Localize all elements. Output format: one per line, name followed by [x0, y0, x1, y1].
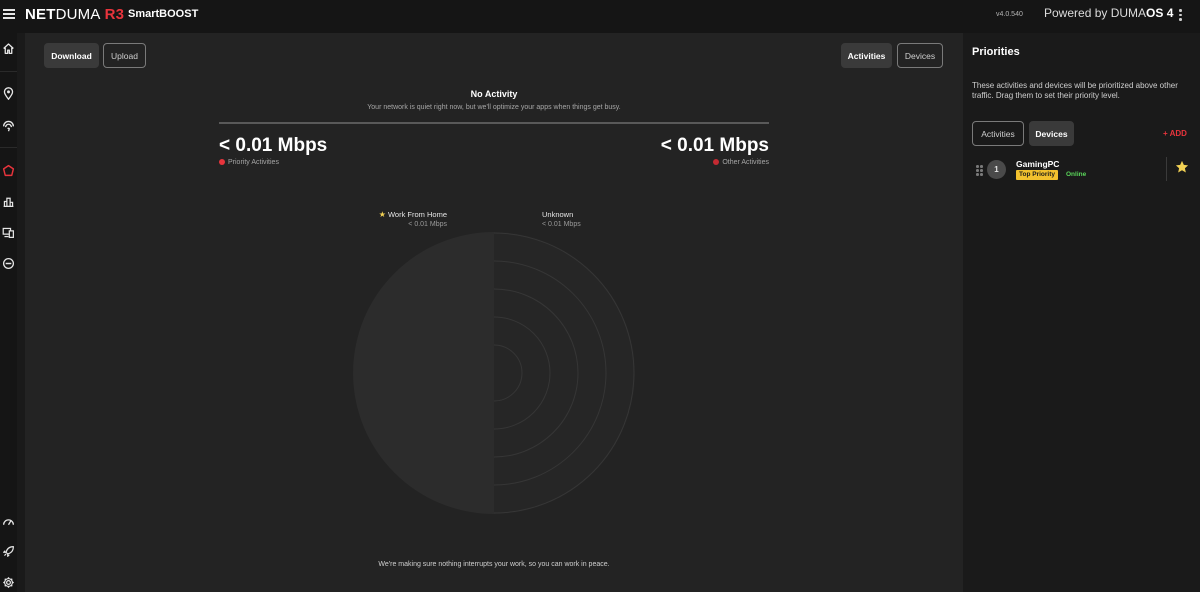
netduma-logo: NETDUMA R3 [25, 7, 124, 22]
other-label-row: Other Activities [661, 159, 769, 166]
segment-value: < 0.01 Mbps [542, 221, 581, 228]
priority-rank: 1 [987, 160, 1006, 179]
ping-heatmap-icon[interactable] [2, 119, 15, 132]
segment-name: Unknown [542, 210, 574, 219]
smartboost-icon[interactable] [2, 164, 15, 177]
device-status: Online [1066, 171, 1087, 178]
other-value: < 0.01 Mbps [660, 135, 769, 156]
segment-label-unknown: Unknown < 0.01 Mbps [542, 210, 622, 229]
logo-net: NET [25, 6, 56, 23]
left-nav [0, 33, 17, 592]
devices-view-button[interactable]: Devices [897, 43, 943, 68]
priority-dot-icon [219, 159, 225, 165]
device-name: GamingPC [1016, 159, 1060, 169]
priority-value: < 0.01 Mbps [219, 135, 328, 156]
add-priority-button[interactable]: + ADD [1163, 129, 1187, 138]
priority-label: Priority Activities [228, 159, 279, 166]
priority-stat: < 0.01 Mbps Priority Activities [219, 135, 327, 166]
geo-filter-icon[interactable] [2, 87, 15, 100]
panel-title: Priorities [972, 46, 1020, 58]
app-name: SmartBOOST [128, 8, 199, 20]
powered-by: Powered by DUMAOS 4 [1044, 7, 1173, 20]
powered-prefix: Powered by DUMA [1044, 6, 1147, 20]
other-dot-icon [713, 159, 720, 165]
radial-activity-chart [353, 232, 635, 514]
priority-star-icon: ★ [378, 210, 386, 219]
logo-duma: DUMA [55, 6, 101, 23]
priorities-panel: Priorities These activities and devices … [963, 33, 1200, 592]
priority-devices-tab[interactable]: Devices [1029, 121, 1074, 146]
settings-gear-icon[interactable] [2, 576, 15, 589]
footer-message: We're making sure nothing interrupts you… [378, 561, 610, 568]
segment-value: < 0.01 Mbps [408, 221, 447, 228]
segment-work-from-home[interactable] [353, 232, 494, 514]
panel-description: These activities and devices will be pri… [972, 81, 1178, 100]
more-options-icon[interactable] [1179, 9, 1183, 22]
priority-label-row: Priority Activities [219, 159, 327, 166]
activities-view-button[interactable]: Activities [841, 43, 892, 68]
download-tab[interactable]: Download [44, 43, 99, 68]
firmware-version: v4.0.540 [996, 11, 1023, 18]
top-priority-badge: Top Priority [1016, 170, 1058, 180]
bandwidth-bar [219, 122, 769, 124]
segment-label-work: ★ Work From Home < 0.01 Mbps [371, 210, 447, 229]
segment-name: Work From Home [387, 210, 447, 219]
priority-star-icon[interactable] [1175, 160, 1189, 174]
priority-device-row[interactable]: 1 GamingPC Top Priority Online [972, 155, 1192, 185]
segment-unknown[interactable] [494, 232, 635, 514]
row-divider [1166, 157, 1167, 181]
device-manager-icon[interactable] [2, 226, 15, 239]
upload-tab[interactable]: Upload [103, 43, 146, 68]
other-stat: < 0.01 Mbps Other Activities [661, 135, 769, 166]
home-icon[interactable] [2, 42, 15, 55]
powered-os: OS 4 [1146, 6, 1174, 20]
game-accelerator-icon[interactable] [2, 545, 15, 558]
drag-handle-icon[interactable] [976, 165, 984, 176]
priority-activities-tab[interactable]: Activities [972, 121, 1024, 146]
top-bar: NETDUMA R3 SmartBOOST v4.0.540 Powered by… [0, 0, 1200, 33]
status-subtitle: Your network is quiet right now, but we'… [367, 104, 621, 111]
status-title: No Activity [470, 89, 518, 99]
smartboost-main: Download Upload Activities Devices No Ac… [25, 33, 963, 592]
logo-model: R3 [104, 6, 125, 23]
other-label: Other Activities [722, 159, 769, 166]
traffic-stats-icon[interactable] [2, 195, 15, 208]
blocking-icon[interactable] [2, 257, 15, 270]
menu-icon[interactable] [3, 9, 15, 21]
speedtest-icon[interactable] [2, 515, 15, 528]
